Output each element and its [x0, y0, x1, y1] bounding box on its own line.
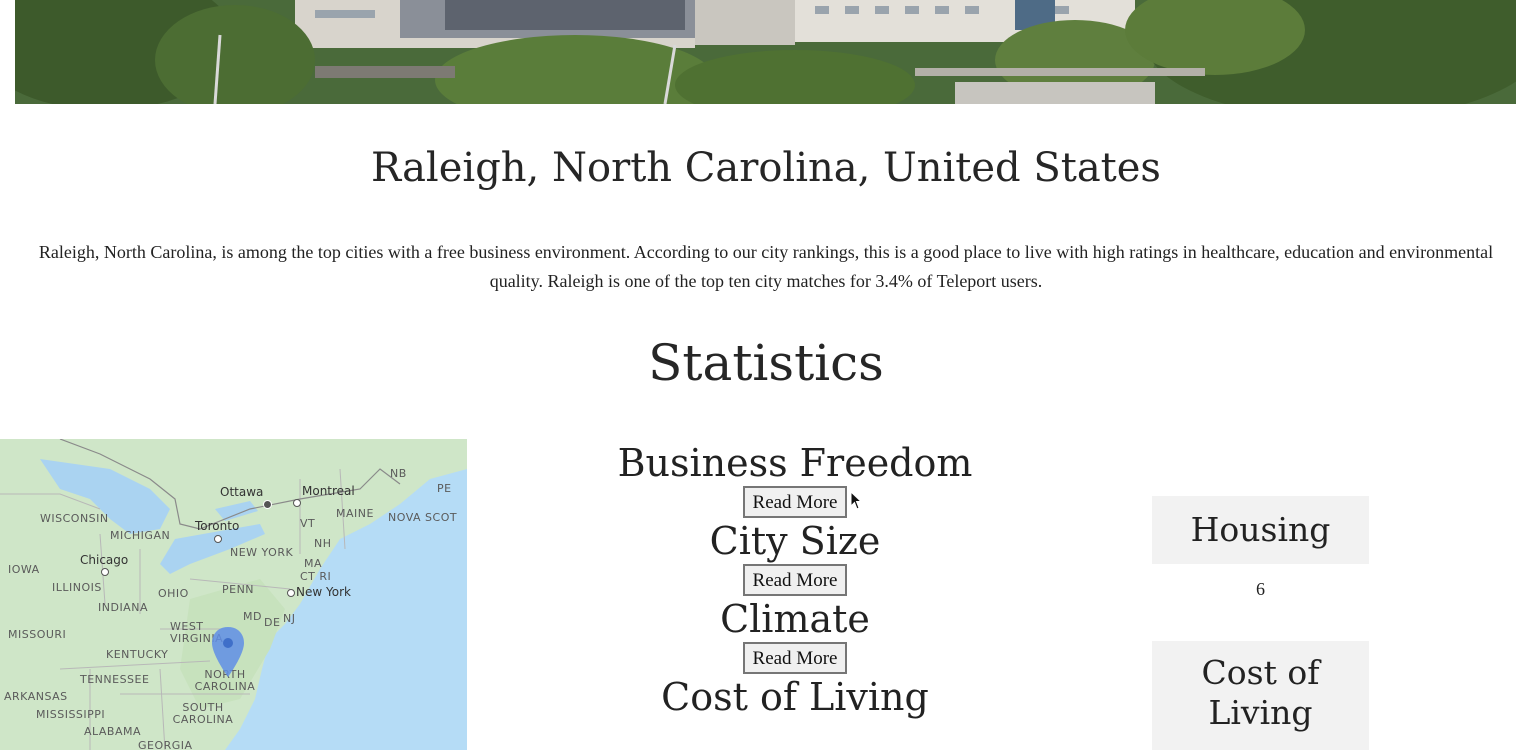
map-city-chicago: Chicago [80, 553, 129, 567]
location-pin-icon[interactable] [211, 627, 245, 677]
read-more-button[interactable]: Read More [742, 564, 848, 596]
hero-banner-image [15, 0, 1516, 104]
mouse-cursor-icon [850, 491, 863, 510]
map-label-illinois: ILLINOIS [52, 581, 102, 594]
map-label-missouri: MISSOURI [8, 628, 67, 641]
map-label-georgia: GEORGIA [138, 739, 193, 750]
score-card-cost-of-living: Cost of Living [1152, 641, 1369, 750]
city-map[interactable]: WISCONSIN MICHIGAN IOWA ILLINOIS INDIANA… [0, 439, 467, 750]
category-title: Cost of Living [661, 675, 929, 719]
category-list: Business Freedom Read More City Size Rea… [560, 440, 1030, 720]
map-label-maine: MAINE [336, 507, 374, 520]
statistics-heading: Statistics [648, 334, 884, 392]
map-label-ma: MA [304, 557, 323, 570]
map-city-montreal: Montreal [302, 484, 355, 498]
map-city-new-york: New York [296, 585, 351, 599]
category-title: City Size [709, 519, 881, 563]
map-label-michigan: MICHIGAN [110, 529, 171, 542]
map-label-iowa: IOWA [8, 563, 40, 576]
map-city-toronto: Toronto [195, 519, 240, 533]
map-label-nb: NB [390, 467, 407, 480]
map-label-penn: PENN [222, 583, 255, 596]
map-label-ohio: OHIO [158, 587, 189, 600]
map-label-nh: NH [314, 537, 332, 550]
map-label-ct-ri: CT RI [300, 570, 332, 583]
map-label-wisconsin: WISCONSIN [40, 512, 109, 525]
map-label-md: MD [243, 610, 262, 623]
city-summary: Raleigh, North Carolina, is among the to… [38, 242, 1494, 291]
score-value-housing: 6 [1256, 579, 1265, 599]
map-label-pe: PE [437, 482, 452, 495]
map-label-mississippi: MISSISSIPPI [36, 708, 106, 721]
map-label-nova-scotia: NOVA SCOT [388, 511, 458, 524]
map-label-south-carolina: SOUTH CAROLINA [172, 701, 234, 726]
map-label-arkansas: ARKANSAS [4, 690, 68, 703]
read-more-button[interactable]: Read More [742, 486, 848, 518]
map-label-vt: VT [300, 517, 316, 530]
city-title: Raleigh, North Carolina, United States [371, 145, 1161, 191]
score-card-housing: Housing [1152, 496, 1369, 564]
category-city-size: City Size Read More [560, 518, 1030, 596]
category-title: Climate [720, 597, 870, 641]
city-dot-icon [293, 499, 301, 507]
city-dot-icon [214, 535, 222, 543]
map-label-nj: NJ [283, 612, 296, 625]
map-label-alabama: ALABAMA [84, 725, 142, 738]
map-label-new-york: NEW YORK [230, 546, 294, 559]
map-city-ottawa: Ottawa [220, 485, 264, 499]
read-more-button[interactable]: Read More [742, 642, 848, 674]
category-title: Business Freedom [617, 441, 973, 485]
category-climate: Climate Read More [560, 596, 1030, 674]
city-dot-icon [101, 568, 109, 576]
map-label-kentucky: KENTUCKY [106, 648, 169, 661]
map-label-tennessee: TENNESSEE [80, 673, 150, 686]
map-label-de: DE [264, 616, 281, 629]
category-cost-of-living: Cost of Living [560, 674, 1030, 720]
map-label-indiana: INDIANA [98, 601, 148, 614]
category-business-freedom: Business Freedom Read More [560, 440, 1030, 518]
city-dot-icon [287, 589, 295, 597]
city-dot-icon [263, 500, 272, 509]
